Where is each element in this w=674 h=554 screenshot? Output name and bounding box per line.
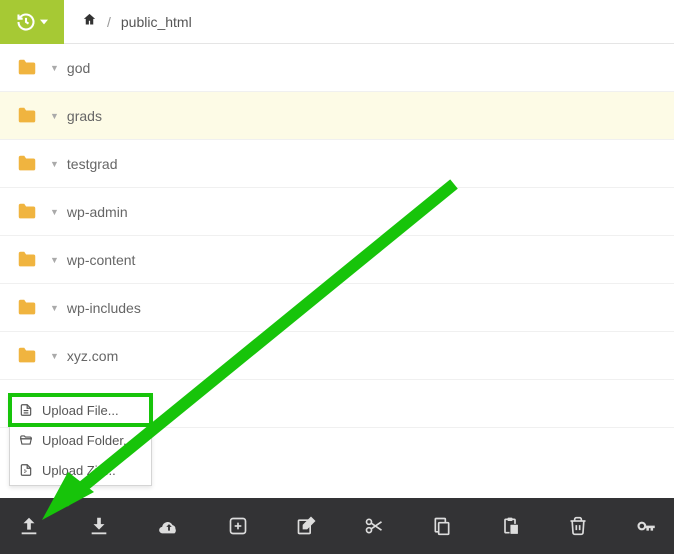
file-name: testgrad bbox=[67, 156, 118, 172]
paste-icon bbox=[500, 516, 520, 536]
download-icon bbox=[88, 515, 110, 537]
folder-icon bbox=[14, 345, 40, 367]
breadcrumb-separator: / bbox=[107, 14, 111, 30]
caret-down-icon[interactable]: ▼ bbox=[50, 63, 59, 73]
paste-button[interactable] bbox=[500, 514, 520, 538]
key-icon bbox=[636, 516, 656, 536]
cloud-upload-button[interactable] bbox=[158, 514, 180, 538]
top-bar: / public_html bbox=[0, 0, 674, 44]
file-name: wp-content bbox=[67, 252, 135, 268]
breadcrumb-current[interactable]: public_html bbox=[121, 14, 192, 30]
caret-down-icon[interactable]: ▼ bbox=[50, 111, 59, 121]
file-name: god bbox=[67, 60, 90, 76]
caret-down-icon[interactable]: ▼ bbox=[50, 303, 59, 313]
scissors-icon bbox=[364, 516, 384, 536]
caret-down-icon[interactable]: ▼ bbox=[50, 159, 59, 169]
upload-button[interactable] bbox=[18, 514, 40, 538]
trash-icon bbox=[568, 516, 588, 536]
menu-item-label: Upload File... bbox=[42, 403, 119, 418]
folder-icon bbox=[14, 297, 40, 319]
edit-button[interactable] bbox=[296, 514, 316, 538]
caret-down-icon[interactable]: ▼ bbox=[50, 351, 59, 361]
folder-icon bbox=[14, 201, 40, 223]
menu-item-label: Upload Folder... bbox=[42, 433, 134, 448]
file-name: wp-includes bbox=[67, 300, 141, 316]
file-icon bbox=[18, 403, 34, 417]
cloud-icon bbox=[158, 515, 180, 537]
home-icon[interactable] bbox=[82, 12, 97, 31]
folder-open-icon bbox=[18, 433, 34, 447]
file-name: xyz.com bbox=[67, 348, 118, 364]
folder-icon bbox=[14, 249, 40, 271]
file-row[interactable]: ▼ wp-content bbox=[0, 236, 674, 284]
file-row[interactable]: ▼ grads bbox=[0, 92, 674, 140]
file-row[interactable]: ▼ god bbox=[0, 44, 674, 92]
menu-item-upload-file[interactable]: Upload File... bbox=[10, 395, 151, 425]
delete-button[interactable] bbox=[568, 514, 588, 538]
caret-down-icon bbox=[40, 18, 48, 26]
file-list: ▼god▼grads▼testgrad▼wp-admin▼wp-content▼… bbox=[0, 44, 674, 428]
permissions-button[interactable] bbox=[636, 514, 656, 538]
new-button[interactable] bbox=[228, 514, 248, 538]
file-row[interactable]: ▼ testgrad bbox=[0, 140, 674, 188]
menu-item-upload-folder[interactable]: Upload Folder... bbox=[10, 425, 151, 455]
file-row[interactable]: ▼ xyz.com bbox=[0, 332, 674, 380]
file-row[interactable]: ▼ wp-includes bbox=[0, 284, 674, 332]
caret-down-icon[interactable]: ▼ bbox=[50, 207, 59, 217]
upload-icon bbox=[18, 515, 40, 537]
folder-icon bbox=[14, 57, 40, 79]
breadcrumb: / public_html bbox=[64, 12, 192, 31]
bottom-toolbar bbox=[0, 498, 674, 554]
folder-icon bbox=[14, 153, 40, 175]
folder-icon bbox=[14, 105, 40, 127]
history-icon bbox=[16, 12, 36, 32]
zip-icon bbox=[18, 463, 34, 477]
cut-button[interactable] bbox=[364, 514, 384, 538]
copy-icon bbox=[432, 516, 452, 536]
upload-context-menu: Upload File... Upload Folder... Upload Zip… bbox=[9, 394, 152, 486]
file-name: grads bbox=[67, 108, 102, 124]
edit-icon bbox=[296, 516, 316, 536]
history-button[interactable] bbox=[0, 0, 64, 44]
file-row[interactable]: ▼ wp-admin bbox=[0, 188, 674, 236]
menu-item-label: Upload Zip... bbox=[42, 463, 116, 478]
caret-down-icon[interactable]: ▼ bbox=[50, 255, 59, 265]
copy-button[interactable] bbox=[432, 514, 452, 538]
menu-item-upload-zip[interactable]: Upload Zip... bbox=[10, 455, 151, 485]
plus-square-icon bbox=[228, 516, 248, 536]
download-button[interactable] bbox=[88, 514, 110, 538]
file-name: wp-admin bbox=[67, 204, 128, 220]
